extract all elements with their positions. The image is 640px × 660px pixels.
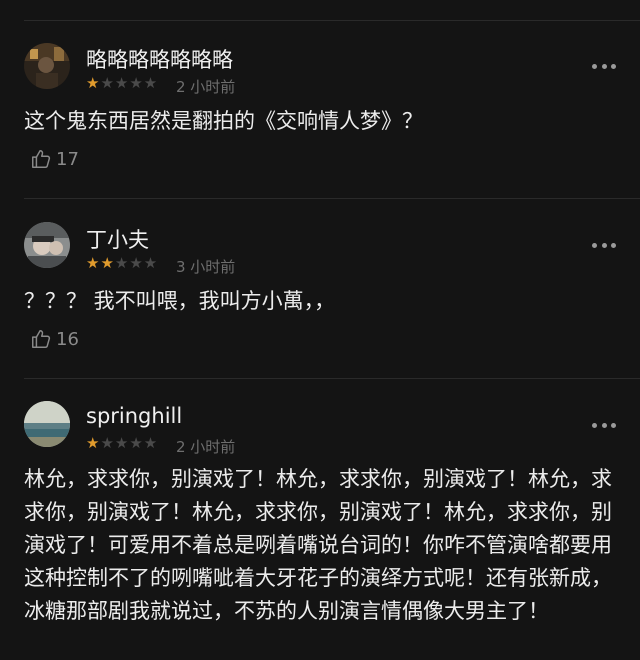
like-count: 17 bbox=[56, 148, 79, 170]
rating-stars-inactive: ★★★★ bbox=[100, 434, 159, 452]
more-dots-icon[interactable] bbox=[592, 63, 616, 69]
rating-stars-active: ★ bbox=[86, 74, 101, 92]
more-dots-icon[interactable] bbox=[592, 242, 616, 248]
like-button[interactable]: 17 bbox=[30, 148, 79, 170]
comment-divider bbox=[24, 198, 640, 199]
comment-text: ？？？ 我不叫喂，我叫方小萬，， bbox=[24, 289, 336, 313]
like-count: 16 bbox=[56, 328, 79, 350]
rating-stars-active: ★ bbox=[86, 434, 101, 452]
rating-stars-inactive: ★★★ bbox=[114, 254, 159, 272]
more-dots-icon[interactable] bbox=[592, 422, 616, 428]
avatar[interactable] bbox=[24, 43, 70, 89]
comment-divider bbox=[24, 378, 640, 379]
username[interactable]: 略略略略略略略 bbox=[86, 44, 233, 74]
rating-stars-active: ★★ bbox=[86, 254, 115, 272]
rating-stars: ★★★★★ bbox=[86, 254, 158, 272]
thumbs-up-icon bbox=[32, 330, 51, 348]
avatar[interactable] bbox=[24, 222, 70, 268]
comment-text: 林允，求求你，别演戏了！林允，求求你，别演戏了！林允，求求你，别演戏了！林允，求… bbox=[24, 467, 612, 623]
timestamp: 2 小时前 bbox=[176, 78, 236, 96]
rating-stars-inactive: ★★★★ bbox=[100, 74, 159, 92]
username[interactable]: 丁小夫 bbox=[86, 224, 149, 254]
timestamp: 2 小时前 bbox=[176, 438, 236, 456]
rating-stars: ★★★★★ bbox=[86, 74, 158, 92]
timestamp: 3 小时前 bbox=[176, 258, 236, 276]
rating-stars: ★★★★★ bbox=[86, 434, 158, 452]
username[interactable]: springhill bbox=[86, 404, 182, 428]
avatar[interactable] bbox=[24, 401, 70, 447]
comment-text: 这个鬼东西居然是翻拍的《交响情人梦》？ bbox=[24, 109, 423, 133]
thumbs-up-icon bbox=[32, 150, 51, 168]
top-divider bbox=[24, 20, 640, 21]
like-button[interactable]: 16 bbox=[30, 328, 79, 350]
